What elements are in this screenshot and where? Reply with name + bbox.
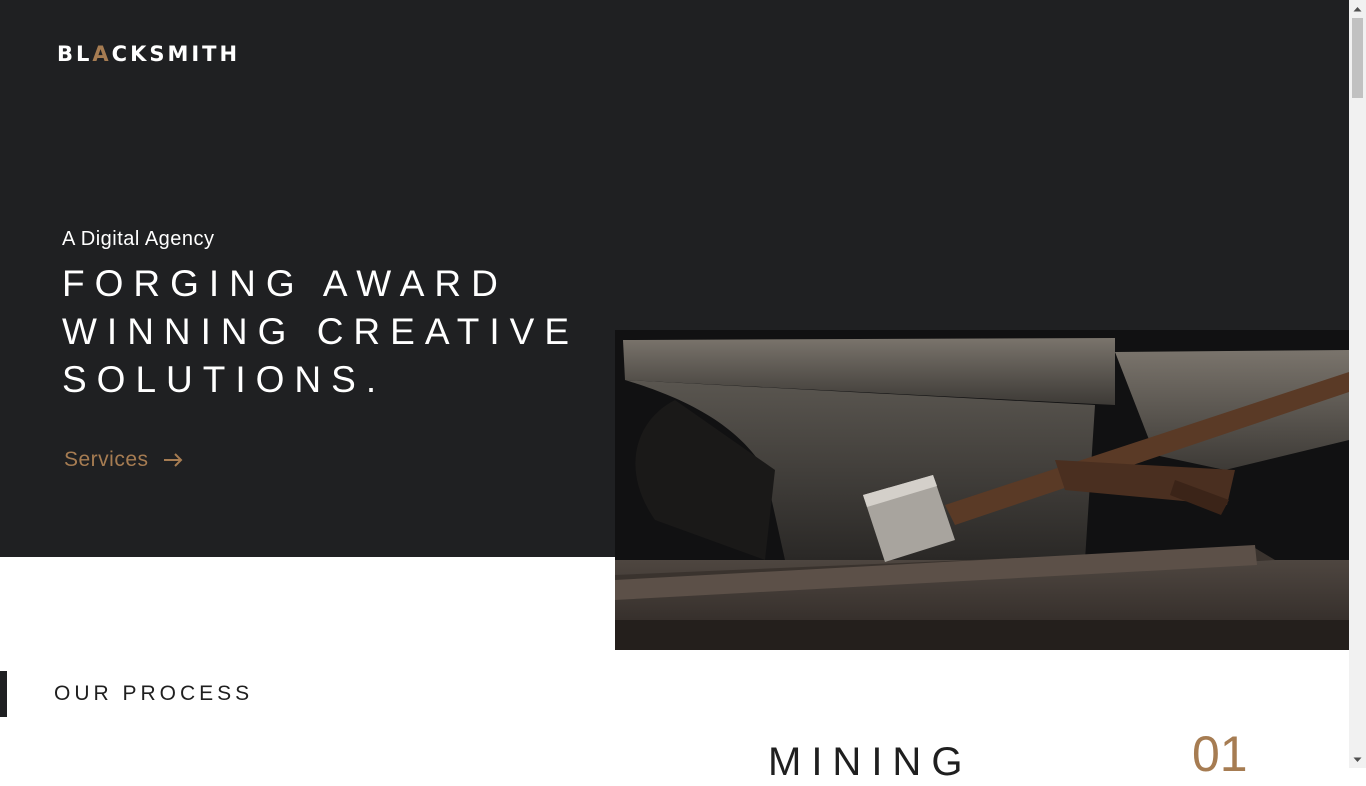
process-step-title: MINING: [768, 740, 973, 784]
scroll-up-arrow-icon[interactable]: [1349, 0, 1366, 17]
hero-tagline: A Digital Agency: [62, 228, 215, 250]
scrollbar-thumb[interactable]: [1352, 18, 1363, 98]
services-label: Services: [64, 448, 149, 471]
logo-accent-letter: A: [92, 42, 112, 66]
section-marker: [0, 671, 7, 717]
logo-text-part: BL: [57, 42, 93, 66]
logo-text-part: CKSMITH: [111, 42, 241, 66]
headline-line: WINNING CREATIVE: [62, 311, 579, 352]
services-link[interactable]: Services: [64, 448, 183, 472]
hero-headline: FORGING AWARD WINNING CREATIVE SOLUTIONS…: [62, 260, 579, 404]
section-title: OUR PROCESS: [54, 682, 254, 705]
headline-line: SOLUTIONS.: [62, 359, 387, 400]
arrow-right-icon: [163, 453, 182, 467]
process-step-number: 01: [1192, 726, 1248, 782]
page-scrollbar[interactable]: [1349, 0, 1366, 768]
anvil-and-hammer-image: [615, 0, 1349, 650]
scroll-down-arrow-icon[interactable]: [1349, 751, 1366, 768]
headline-line: FORGING AWARD: [62, 263, 508, 304]
anvil-illustration: [615, 330, 1349, 650]
site-logo[interactable]: BLACKSMITH: [57, 42, 240, 66]
